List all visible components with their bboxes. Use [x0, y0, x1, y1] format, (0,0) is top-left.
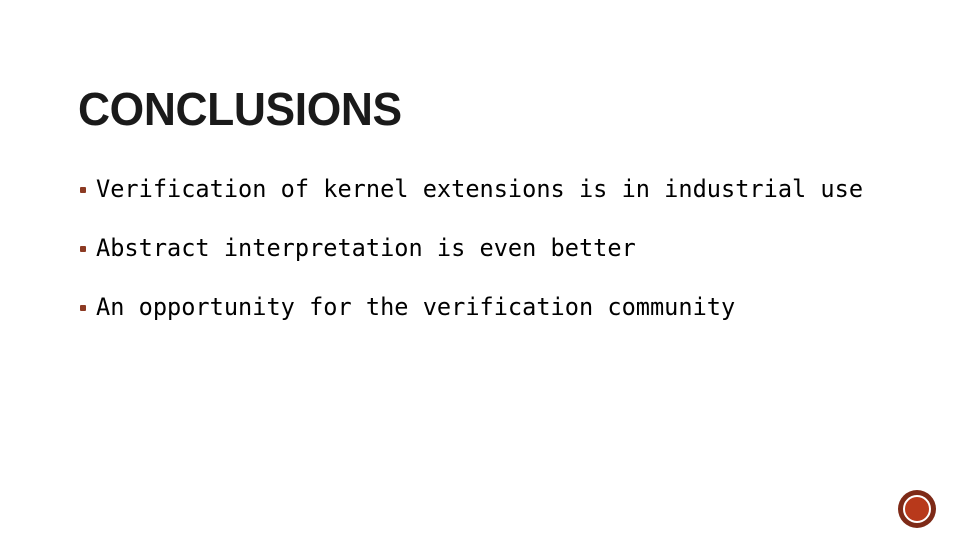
bullet-list: Verification of kernel extensions is in …	[78, 160, 938, 337]
page-title: CONCLUSIONS	[78, 83, 402, 135]
bullet-item-label: An opportunity for the verification comm…	[96, 292, 736, 321]
circular-logo-icon	[898, 490, 936, 528]
bullet-dot-icon	[80, 304, 86, 311]
bullet-item-label: Verification of kernel extensions is in …	[96, 174, 864, 203]
bullet-dot-icon	[80, 186, 86, 193]
bullet-dot-icon	[80, 245, 86, 252]
bullet-item-label: Abstract interpretation is even better	[96, 233, 636, 262]
list-item: Verification of kernel extensions is in …	[78, 160, 938, 219]
list-item: Abstract interpretation is even better	[78, 219, 938, 278]
slide-canvas: CONCLUSIONS Verification of kernel exten…	[0, 0, 960, 540]
list-item: An opportunity for the verification comm…	[78, 278, 938, 337]
circular-logo-inner	[903, 495, 931, 523]
